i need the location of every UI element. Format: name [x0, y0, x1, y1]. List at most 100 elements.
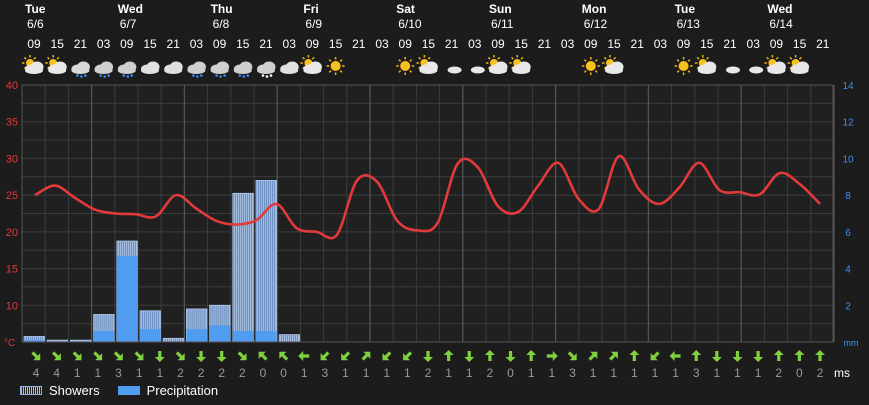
precipitation-bar	[116, 255, 138, 342]
wind-direction-arrow	[341, 351, 351, 361]
day-name-label: Tue	[25, 2, 46, 16]
hour-label: 09	[120, 37, 134, 51]
sun-cloud-icon	[764, 55, 786, 74]
precipitation-bar	[93, 330, 115, 342]
moon-icon	[376, 59, 384, 73]
y-left-tick-label: 20	[6, 227, 18, 239]
weather-chart: 40353025201510°C1412108642mmTue6/6Wed6/7…	[4, 2, 859, 380]
hour-label: 21	[445, 37, 459, 51]
hour-label: 03	[561, 37, 575, 51]
y-right-unit-label: mm	[844, 338, 859, 348]
hour-label: 09	[584, 37, 598, 51]
moon-icon	[562, 59, 570, 73]
wind-speed-label: 1	[404, 366, 411, 380]
hour-label: 09	[677, 37, 691, 51]
wind-direction-arrow	[113, 351, 123, 361]
wind-speed-label: 1	[95, 366, 102, 380]
wind-speed-label: 2	[425, 366, 432, 380]
sun-cloud-icon	[787, 55, 810, 74]
wind-speed-label: 1	[755, 366, 762, 380]
moon-icon	[654, 59, 662, 73]
day-name-label: Wed	[767, 2, 792, 16]
wind-direction-arrow	[51, 351, 61, 361]
hour-label: 09	[399, 37, 413, 51]
wind-direction-arrow	[320, 351, 330, 361]
hour-label: 21	[631, 37, 645, 51]
hour-label: 03	[97, 37, 111, 51]
wind-speed-label: 3	[693, 366, 700, 380]
wind-speed-label: 4	[53, 366, 60, 380]
wind-speed-label: 2	[487, 366, 494, 380]
hour-label: 09	[27, 37, 41, 51]
wind-direction-arrow	[196, 351, 207, 362]
y-left-tick-label: 25	[6, 190, 18, 202]
wind-direction-arrow	[711, 351, 722, 362]
hour-label: 09	[770, 37, 784, 51]
precipitation-bar	[232, 330, 254, 342]
y-right-tick-label: 6	[845, 228, 851, 239]
wind-direction-arrow	[258, 351, 268, 361]
wind-speed-label: 1	[342, 366, 349, 380]
rain-cloud-icon	[94, 61, 114, 78]
precipitation-bar	[256, 330, 277, 342]
legend-precipitation: Precipitation	[117, 383, 218, 398]
wind-direction-arrow	[237, 351, 247, 361]
precipitation-bar	[140, 329, 161, 342]
sun-cloud-icon	[22, 55, 44, 74]
cloud-icon	[164, 61, 183, 74]
wind-direction-arrow	[423, 351, 433, 362]
day-name-label: Sat	[396, 2, 415, 16]
day-date-label: 6/9	[305, 17, 322, 31]
wind-direction-arrow	[609, 351, 618, 361]
wind-direction-arrow	[175, 351, 185, 361]
moon-icon	[631, 59, 639, 73]
wind-direction-arrow	[794, 350, 805, 361]
day-name-label: Sun	[489, 2, 512, 16]
y-left-tick-label: 10	[6, 300, 18, 312]
snow-cloud-icon	[257, 61, 276, 78]
wind-direction-arrow	[154, 351, 165, 362]
wind-speed-label: 1	[528, 366, 535, 380]
wind-speed-label: 1	[672, 366, 679, 380]
legend-precipitation-swatch	[117, 385, 140, 395]
y-right-tick-label: 12	[842, 118, 854, 129]
wind-direction-arrow	[691, 350, 702, 361]
sun-cloud-icon	[45, 55, 67, 74]
hour-label: 03	[468, 37, 482, 51]
day-date-label: 6/11	[491, 17, 514, 31]
day-date-label: 6/10	[398, 17, 422, 31]
precipitation-bar	[186, 329, 207, 342]
hour-label: 15	[329, 37, 343, 51]
legend-showers-swatch	[20, 385, 42, 395]
wind-direction-arrow	[464, 351, 475, 362]
wind-speed-label: 1	[74, 366, 81, 380]
hour-label: 15	[793, 37, 807, 51]
hour-label: 21	[74, 37, 88, 51]
rain-cloud-icon	[117, 61, 137, 78]
y-left-tick-label: 30	[6, 153, 18, 165]
wind-direction-arrow	[732, 351, 743, 362]
day-date-label: 6/6	[27, 17, 44, 31]
wind-speed-label: 0	[507, 366, 514, 380]
sun-cloud-icon	[416, 55, 438, 74]
wind-direction-arrow	[443, 350, 454, 361]
rain-cloud-icon	[233, 61, 253, 78]
sun-cloud-icon	[509, 55, 531, 74]
wind-direction-arrow	[773, 350, 784, 361]
wind-speed-label: 2	[817, 366, 824, 380]
wind-direction-arrow	[650, 351, 660, 361]
moon-cloud-icon	[445, 58, 462, 74]
wind-speed-label: 0	[796, 366, 803, 380]
hour-label: 21	[259, 37, 273, 51]
wind-direction-arrow	[526, 350, 537, 361]
hour-label: 15	[143, 37, 157, 51]
day-name-label: Mon	[582, 2, 607, 16]
wind-direction-arrow	[629, 350, 640, 361]
wind-direction-arrow	[484, 350, 495, 361]
y-right-tick-label: 8	[845, 191, 851, 202]
day-name-label: Fri	[303, 2, 318, 16]
moon-cloud-icon	[468, 58, 485, 74]
wind-direction-arrow	[815, 350, 825, 361]
legend-showers: Showers	[20, 383, 100, 398]
hour-label: 15	[236, 37, 250, 51]
